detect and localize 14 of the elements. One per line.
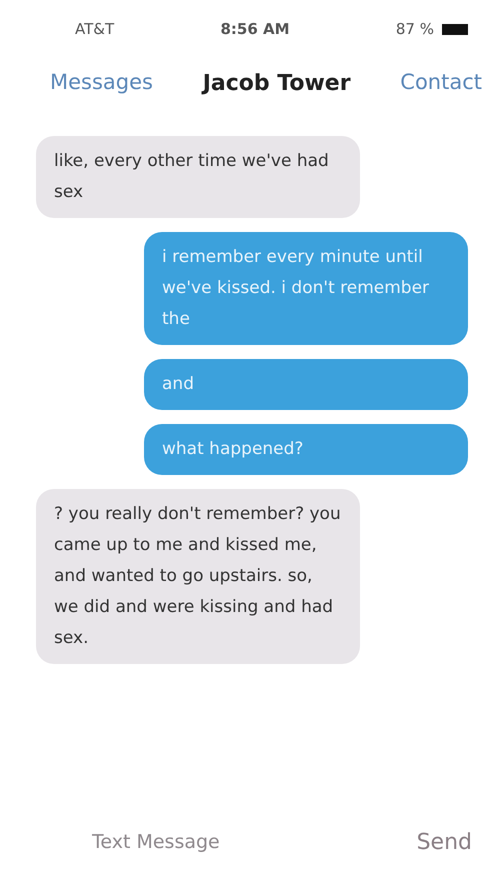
- send-button[interactable]: Send: [410, 824, 478, 860]
- message-field[interactable]: Text Message: [90, 826, 337, 858]
- battery-icon: [442, 24, 468, 34]
- back-link[interactable]: Messages: [50, 67, 153, 99]
- received-message: ? you really don't remember? you came up to me and kissed me, and wanted to go upstairs. so, we did and were kissing and had sex.: [36, 489, 360, 664]
- sent-message: and: [144, 359, 468, 410]
- carrier-name: AT&T: [75, 18, 114, 40]
- clock-time: 8:56 AM: [220, 18, 290, 40]
- sent-message: what happened?: [144, 424, 468, 475]
- sent-message: i remember every minute until we've kissed. i don't remember the: [144, 232, 468, 345]
- contact-name: Jacob Tower: [202, 70, 351, 98]
- received-message: like, every other time we've had sex: [36, 136, 360, 218]
- battery-percent: 87 %: [396, 18, 434, 40]
- contact-link[interactable]: Contact: [400, 67, 482, 99]
